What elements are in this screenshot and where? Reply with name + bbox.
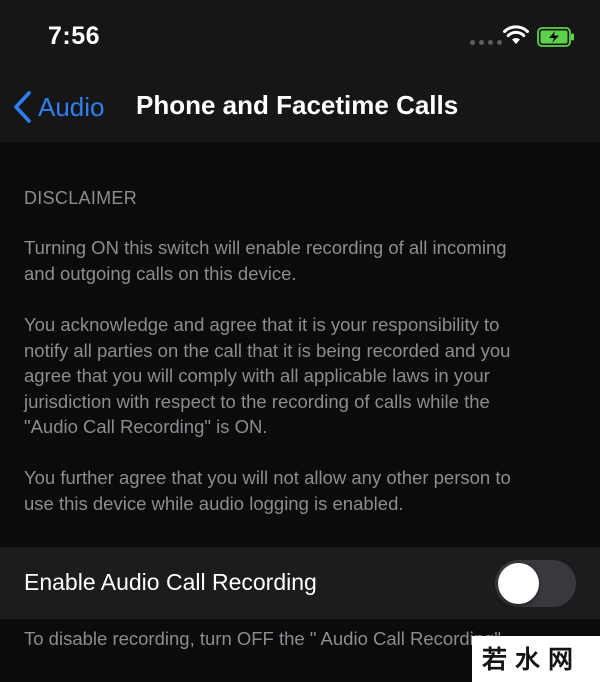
chevron-left-icon bbox=[14, 91, 31, 123]
navigation-bar: Audio Phone and Facetime Calls bbox=[0, 72, 600, 142]
page-title: Phone and Facetime Calls bbox=[136, 90, 459, 120]
status-bar: 7:56 bbox=[0, 0, 600, 72]
watermark-text: 若水网 bbox=[482, 645, 582, 674]
disclaimer-paragraph: You further agree that you will not allo… bbox=[24, 467, 511, 514]
back-button-label: Audio bbox=[38, 91, 105, 122]
enable-recording-label: Enable Audio Call Recording bbox=[24, 569, 317, 595]
disclaimer-paragraph: Turning ON this switch will enable recor… bbox=[24, 237, 507, 284]
watermark-logo: 若水网 bbox=[472, 636, 600, 682]
battery-charging-icon bbox=[537, 27, 574, 47]
cellular-signal-icon bbox=[470, 40, 502, 45]
wifi-icon bbox=[503, 25, 529, 44]
status-time: 7:56 bbox=[48, 22, 101, 50]
disclaimer-paragraph: You acknowledge and agree that it is you… bbox=[24, 314, 511, 437]
toggle-knob bbox=[498, 563, 539, 604]
back-button[interactable]: Audio bbox=[12, 88, 105, 126]
enable-recording-row: Enable Audio Call Recording bbox=[0, 547, 600, 619]
enable-recording-toggle[interactable] bbox=[495, 560, 576, 607]
disclaimer-header: DISCLAIMER bbox=[24, 188, 138, 208]
